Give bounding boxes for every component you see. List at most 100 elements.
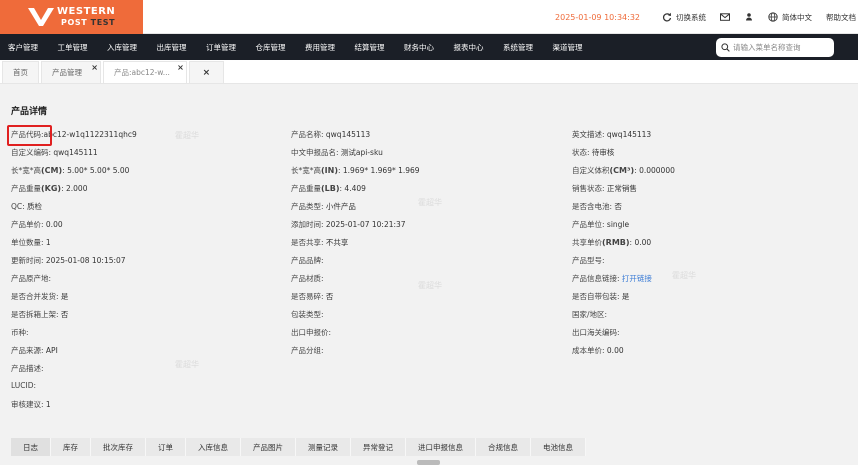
field-model: 产品型号: [572,256,605,265]
field-product-type: 产品类型: 小件产品 [291,202,356,211]
top-bar: WESTERN POST TEST 2025-01-09 10:34:32 切换… [0,0,858,34]
field-sales-status: 销售状态: 正常销售 [572,184,637,193]
tab-exceptions[interactable]: 异常登记 [351,438,406,456]
tab-orders[interactable]: 订单 [146,438,186,456]
logo-line1: WESTERN [57,6,116,17]
switch-system-button[interactable]: 切换系统 [662,12,706,23]
watermark: 霍超华 [418,198,442,207]
close-icon[interactable]: × [177,64,184,72]
field-weight-kg: 产品重量(KG): 2.000 [11,184,88,193]
globe-icon [768,12,778,22]
field-shared-price: 共享单价(RMB): 0.00 [572,238,652,247]
nav-item-warehouse[interactable]: 仓库管理 [248,42,298,53]
nav-item-inbound[interactable]: 入库管理 [99,42,149,53]
tab-compliance[interactable]: 合规信息 [476,438,531,456]
mail-icon [720,13,730,21]
nav-item-workorder[interactable]: 工单管理 [50,42,100,53]
tab-batch-inventory[interactable]: 批次库存 [91,438,146,456]
close-icon: × [202,67,211,78]
field-source: 产品来源: API [11,346,58,355]
field-dimensions-in: 长*宽*高(IN): 1.969* 1.969* 1.969 [291,166,420,175]
tab-import-declare[interactable]: 进口申报信息 [406,438,476,456]
nav-item-channel[interactable]: 渠道管理 [545,42,595,53]
field-battery: 是否含电池: 否 [572,202,622,211]
current-datetime: 2025-01-09 10:34:32 [555,12,640,22]
field-country-region: 国家/地区: [572,310,608,319]
field-custom-volume: 自定义体积(CM³): 0.000000 [572,166,675,175]
field-product-name: 产品名称: qwq145113 [291,130,371,139]
field-status: 状态: 待审核 [572,148,615,157]
field-description: 产品描述: [11,364,44,373]
field-material: 产品材质: [291,274,324,283]
field-product-unit: 产品单位: single [572,220,630,229]
field-self-package: 是否自带包装: 是 [572,292,630,301]
tab-product-detail[interactable]: 产品:abc12-w... × [103,61,187,83]
field-brand: 产品品牌: [291,256,324,265]
horizontal-scrollbar[interactable] [417,460,440,465]
field-export-hs-code: 出口海关编码: [572,328,620,337]
nav-item-customer[interactable]: 客户管理 [0,42,50,53]
watermark: 霍超华 [175,360,199,369]
highlight-box [7,125,52,146]
user-icon [746,13,752,21]
tab-log[interactable]: 日志 [11,438,51,456]
field-en-description: 英文描述: qwq145113 [572,130,652,139]
close-icon[interactable]: × [91,64,98,72]
help-doc-link[interactable]: 帮助文档 [826,12,856,23]
nav-item-finance[interactable]: 财务中心 [396,42,446,53]
field-fragile: 是否易碎: 否 [291,292,334,301]
tab-inbound-info[interactable]: 入库信息 [186,438,241,456]
field-shared: 是否共享: 不共享 [291,238,349,247]
field-dimensions-cm: 长*宽*高(CM): 5.00* 5.00* 5.00 [11,166,130,175]
tab-measure-records[interactable]: 测量记录 [296,438,351,456]
menu-search-box [716,38,834,57]
field-product-group: 产品分组: [291,346,324,355]
search-icon [721,43,730,52]
watermark: 霍超华 [175,131,199,140]
field-cost-price: 成本单价: 0.00 [572,346,624,355]
tab-battery-info[interactable]: 电池信息 [531,438,586,456]
main-nav: 客户管理 工单管理 入库管理 出库管理 订单管理 仓库管理 费用管理 结算管理 … [0,34,858,60]
product-detail-panel: 产品详情 产品代码:abc12-w1q1122311qhc9 自定义编码: qw… [0,85,858,465]
nav-item-system[interactable]: 系统管理 [495,42,545,53]
logo-mark-icon [28,8,54,26]
language-selector[interactable]: 简体中文 [768,12,812,23]
tab-home[interactable]: 首页 [2,61,39,83]
field-cn-declare-name: 中文申报品名: 测试api-sku [291,148,383,157]
bottom-tabs: 日志 库存 批次库存 订单 入库信息 产品图片 测量记录 异常登记 进口申报信息… [11,438,586,456]
field-qc: QC: 质检 [11,202,43,211]
field-unit-price: 产品单价: 0.00 [11,220,63,229]
tab-inventory[interactable]: 库存 [51,438,91,456]
field-unbox-shelf: 是否拆箱上架: 否 [11,310,69,319]
field-custom-code: 自定义编码: qwq145111 [11,148,98,157]
refresh-icon [662,12,672,22]
field-unit-quantity: 单位数量: 1 [11,238,51,247]
nav-item-settlement[interactable]: 结算管理 [347,42,397,53]
field-update-time: 更新时间: 2025-01-08 10:15:07 [11,256,126,265]
field-merge-shipping: 是否合并发货: 是 [11,292,69,301]
user-button[interactable] [744,12,754,22]
field-origin: 产品原产地: [11,274,52,283]
tab-product-management[interactable]: 产品管理 × [41,61,101,83]
tab-product-images[interactable]: 产品图片 [241,438,296,456]
watermark: 霍超华 [418,281,442,290]
close-all-tabs-button[interactable]: × [188,61,224,83]
field-review-suggestion: 审核建议: 1 [11,400,51,409]
watermark: 霍超华 [672,271,696,280]
page-tabs: 首页 产品管理 × 产品:abc12-w... × × [0,60,858,84]
nav-item-report[interactable]: 报表中心 [446,42,496,53]
field-currency: 币种: [11,328,29,337]
nav-item-fee[interactable]: 费用管理 [297,42,347,53]
field-add-time: 添加时间: 2025-01-07 10:21:37 [291,220,406,229]
field-export-declare-price: 出口申报价: [291,328,332,337]
message-button[interactable] [720,12,730,22]
logo[interactable]: WESTERN POST TEST [0,0,143,34]
field-package-type: 包装类型: [291,310,324,319]
page-title: 产品详情 [11,107,48,117]
nav-item-outbound[interactable]: 出库管理 [149,42,199,53]
open-link[interactable]: 打开链接 [620,274,652,283]
logo-line2: POST TEST [61,18,116,27]
menu-search-input[interactable] [733,43,833,52]
nav-item-order[interactable]: 订单管理 [198,42,248,53]
field-weight-lb: 产品重量(LB): 4.409 [291,184,366,193]
